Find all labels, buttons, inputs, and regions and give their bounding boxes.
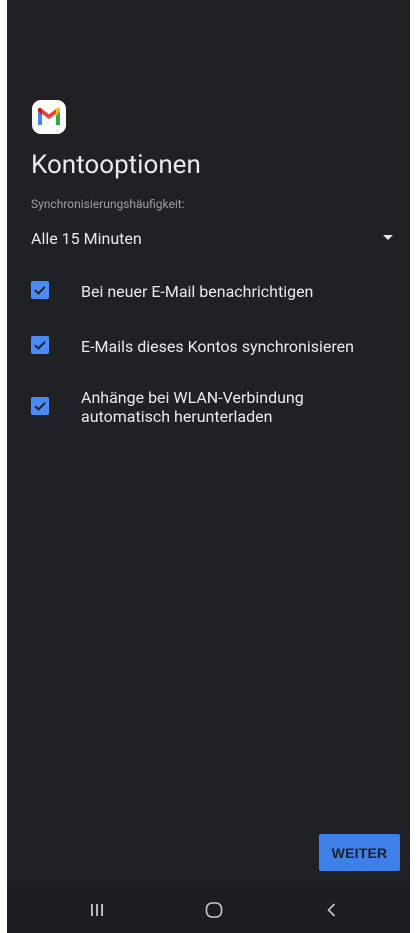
- next-button[interactable]: WEITER: [319, 834, 400, 871]
- checkbox-notify-new-mail[interactable]: [31, 281, 49, 299]
- option-sync-account[interactable]: E-Mails dieses Kontos synchronisieren: [31, 335, 401, 359]
- gmail-logo-icon: [32, 100, 66, 134]
- option-label: E-Mails dieses Kontos synchronisieren: [81, 337, 354, 356]
- recent-apps-button[interactable]: [57, 886, 137, 933]
- sync-frequency-label: Synchronisierungshäufigkeit:: [31, 197, 185, 211]
- option-notify-new-mail[interactable]: Bei neuer E-Mail benachrichtigen: [31, 280, 401, 304]
- page-title: Kontooptionen: [31, 150, 201, 180]
- home-button[interactable]: [174, 886, 254, 933]
- navigation-bar: [7, 886, 410, 933]
- back-button[interactable]: [292, 886, 372, 933]
- recent-apps-icon: [91, 903, 103, 916]
- dropdown-arrow-icon: [383, 235, 393, 240]
- home-icon: [205, 901, 223, 918]
- checkmark-icon: [34, 341, 46, 350]
- sync-frequency-dropdown[interactable]: Alle 15 Minuten: [31, 222, 396, 254]
- option-label-line1: Anhänge bei WLAN-Verbindung: [81, 388, 304, 407]
- checkbox-download-attachments-wifi[interactable]: [31, 397, 49, 415]
- option-label-line2: automatisch herunterladen: [81, 407, 273, 426]
- app-frame: Kontooptionen Synchronisierungshäufigkei…: [7, 0, 410, 933]
- checkmark-icon: [34, 286, 46, 295]
- option-label: Bei neuer E-Mail benachrichtigen: [81, 282, 314, 301]
- back-icon: [327, 902, 336, 917]
- checkbox-sync-account[interactable]: [31, 336, 49, 354]
- sync-frequency-value: Alle 15 Minuten: [31, 228, 142, 248]
- checkmark-icon: [34, 402, 46, 411]
- option-download-attachments-wifi[interactable]: Anhänge bei WLAN-Verbindung automatisch …: [31, 386, 401, 430]
